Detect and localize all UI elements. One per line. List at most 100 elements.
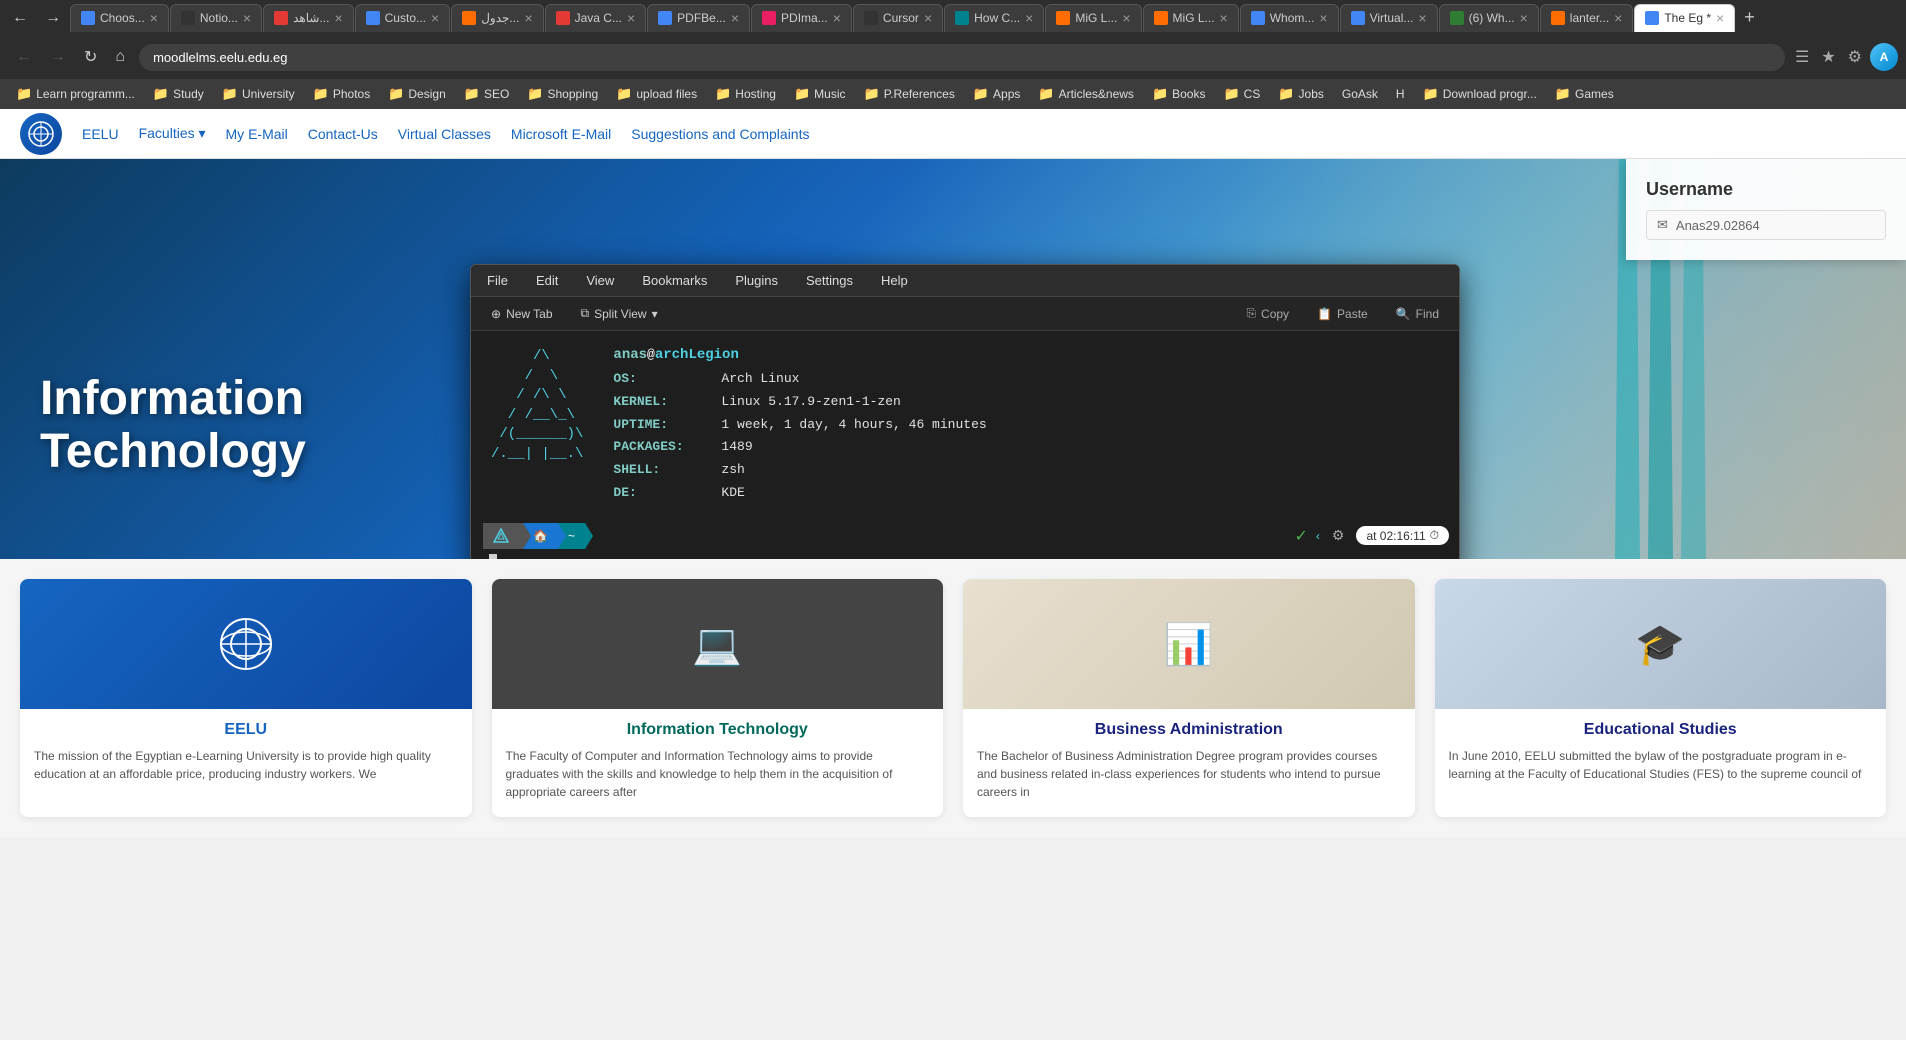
tab-13-close[interactable]: ×: [1319, 10, 1327, 26]
nav-email[interactable]: My E-Mail: [226, 126, 288, 142]
find-button[interactable]: 🔍 Find: [1388, 304, 1447, 324]
bm-design[interactable]: 📁 Design: [380, 83, 454, 105]
card-eelu-title[interactable]: EELU: [20, 721, 472, 739]
tab-4-close[interactable]: ×: [431, 10, 439, 26]
nav-virtual[interactable]: Virtual Classes: [398, 126, 491, 142]
bm-hosting[interactable]: 📁 Hosting: [707, 83, 784, 105]
terminal-menu-view[interactable]: View: [582, 271, 618, 290]
tab-2-close[interactable]: ×: [243, 10, 251, 26]
bm-preferences[interactable]: 📁 P.References: [856, 83, 963, 105]
tab-9[interactable]: Cursor ×: [853, 4, 943, 32]
nav-contact[interactable]: Contact-Us: [308, 126, 378, 142]
tab-10[interactable]: How C... ×: [944, 4, 1044, 32]
star-icon[interactable]: ★: [1817, 43, 1839, 71]
tab-1[interactable]: Choos... ×: [70, 4, 169, 32]
nav-buttons: ← → ↻ ⌂: [8, 43, 133, 71]
url-input[interactable]: [139, 44, 1785, 71]
bm-books[interactable]: 📁 Books: [1144, 83, 1214, 105]
nav-eelu[interactable]: EELU: [82, 126, 119, 142]
nav-ms-email[interactable]: Microsoft E-Mail: [511, 126, 611, 142]
bm-games[interactable]: 📁 Games: [1547, 83, 1622, 105]
tab-4[interactable]: Custo... ×: [355, 4, 451, 32]
tab-17-active[interactable]: The Eg * ×: [1634, 4, 1735, 32]
settings-icon[interactable]: ⚙: [1844, 43, 1866, 71]
terminal-prompt-area[interactable]: 🏠 ~ ✓ ‹ ⚙ at 02:16:11 ⏱: [471, 522, 1459, 559]
tab-7-close[interactable]: ×: [731, 10, 739, 26]
sysinfo-os: OS: Arch Linux: [613, 369, 1439, 390]
tab-12-close[interactable]: ×: [1220, 10, 1228, 26]
card-es-title[interactable]: Educational Studies: [1435, 721, 1887, 739]
reload-button[interactable]: ↻: [76, 43, 105, 71]
terminal-menu-bookmarks[interactable]: Bookmarks: [638, 271, 711, 290]
tab-1-close[interactable]: ×: [150, 10, 158, 26]
terminal-menu-edit[interactable]: Edit: [532, 271, 562, 290]
bm-cs[interactable]: 📁 CS: [1215, 83, 1268, 105]
card-ba-title[interactable]: Business Administration: [963, 721, 1415, 739]
bm-learn[interactable]: 📁 Learn programm...: [8, 83, 143, 105]
tab-3[interactable]: شاهد... ×: [263, 4, 354, 32]
tab-11[interactable]: MiG L... ×: [1045, 4, 1141, 32]
tab-12[interactable]: MiG L... ×: [1143, 4, 1239, 32]
bm-apps[interactable]: 📁 Apps: [965, 83, 1029, 105]
split-view-button[interactable]: ⧉ Split View ▾: [573, 303, 666, 324]
tab-14[interactable]: Virtual... ×: [1340, 4, 1438, 32]
tab-7[interactable]: PDFBe... ×: [647, 4, 750, 32]
tab-15[interactable]: (6) Wh... ×: [1439, 4, 1539, 32]
tab-2[interactable]: Notio... ×: [170, 4, 262, 32]
bm-jobs[interactable]: 📁 Jobs: [1270, 83, 1332, 105]
tab-3-close[interactable]: ×: [334, 10, 342, 26]
new-tab-button[interactable]: +: [1736, 5, 1763, 30]
bm-download[interactable]: 📁 Download progr...: [1415, 83, 1545, 105]
tab-16[interactable]: lanter... ×: [1540, 4, 1634, 32]
terminal-input-line[interactable]: [483, 554, 1459, 559]
tab-16-close[interactable]: ×: [1614, 10, 1622, 26]
bm-music[interactable]: 📁 Music: [786, 83, 854, 105]
tab-8-close[interactable]: ×: [833, 10, 841, 26]
tab-10-label: How C...: [974, 11, 1020, 25]
profile-avatar[interactable]: A: [1870, 43, 1898, 71]
back-button[interactable]: ←: [8, 43, 40, 71]
bm-university[interactable]: 📁 University: [214, 83, 303, 105]
browser-forward-btn[interactable]: →: [37, 5, 69, 31]
card-it-title[interactable]: Information Technology: [492, 721, 944, 739]
tab-8[interactable]: PDIma... ×: [751, 4, 852, 32]
tab-5-close[interactable]: ×: [524, 10, 532, 26]
terminal-menu-help[interactable]: Help: [877, 271, 912, 290]
split-view-icon: ⧉: [581, 306, 590, 321]
copy-icon: ⎘: [1246, 306, 1256, 321]
tab-15-close[interactable]: ×: [1520, 10, 1528, 26]
tab-6-close[interactable]: ×: [627, 10, 635, 26]
terminal-menu-file[interactable]: File: [483, 271, 512, 290]
home-button[interactable]: ⌂: [107, 43, 133, 71]
tab-13[interactable]: Whom... ×: [1240, 4, 1339, 32]
extensions-icon[interactable]: ☰: [1791, 43, 1813, 71]
bm-articles[interactable]: 📁 Articles&news: [1030, 83, 1142, 105]
bm-photos[interactable]: 📁 Photos: [305, 83, 379, 105]
terminal-menu-settings[interactable]: Settings: [802, 271, 857, 290]
tab-11-close[interactable]: ×: [1122, 10, 1130, 26]
new-tab-button[interactable]: ⊕ New Tab: [483, 304, 561, 324]
tab-17-close[interactable]: ×: [1716, 10, 1724, 26]
paste-button[interactable]: 📋 Paste: [1309, 304, 1376, 324]
terminal-username: anas: [613, 347, 647, 363]
nav-faculties[interactable]: Faculties ▾: [139, 125, 206, 142]
bm-study[interactable]: 📁 Study: [145, 83, 212, 105]
nav-suggestions[interactable]: Suggestions and Complaints: [631, 126, 809, 142]
forward-button[interactable]: →: [42, 43, 74, 71]
tab-10-close[interactable]: ×: [1025, 10, 1033, 26]
copy-button[interactable]: ⎘ Copy: [1238, 303, 1297, 324]
tab-9-close[interactable]: ×: [924, 10, 932, 26]
browser-back-btn[interactable]: ←: [4, 5, 36, 31]
bm-seo[interactable]: 📁 SEO: [456, 83, 518, 105]
tab-5[interactable]: جدول... ×: [451, 4, 543, 32]
bm-shopping[interactable]: 📁 Shopping: [519, 83, 606, 105]
bm-upload[interactable]: 📁 upload files: [608, 83, 705, 105]
gear-icon[interactable]: ⚙: [1328, 523, 1349, 548]
tab-14-close[interactable]: ×: [1418, 10, 1426, 26]
site-nav: EELU Faculties ▾ My E-Mail Contact-Us Vi…: [82, 125, 810, 142]
tab-6[interactable]: Java C... ×: [545, 4, 647, 32]
login-username-field[interactable]: ✉ Anas29.02864: [1646, 210, 1886, 240]
terminal-menu-plugins[interactable]: Plugins: [731, 271, 782, 290]
bm-h[interactable]: H: [1388, 84, 1413, 104]
bm-goask[interactable]: GoAsk: [1334, 84, 1386, 104]
